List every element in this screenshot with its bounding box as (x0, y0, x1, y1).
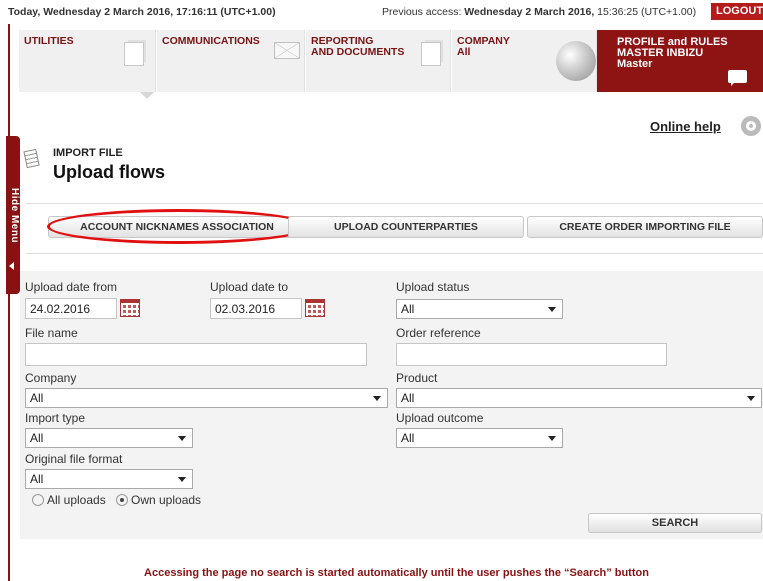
search-hint: Accessing the page no search is started … (144, 567, 649, 579)
original-format-label: Original file format (25, 452, 123, 466)
upload-outcome-select[interactable]: All (396, 428, 563, 448)
nav-tab-reporting-label: REPORTING AND DOCUMENTS (311, 36, 404, 58)
previous-access: Previous access: Wednesday 2 March 2016,… (382, 6, 696, 18)
calendar-icon[interactable] (305, 299, 325, 317)
product-label: Product (396, 371, 438, 385)
gear-icon[interactable] (741, 116, 761, 136)
hide-menu-tab[interactable]: Hide Menu (6, 136, 20, 294)
order-reference-label: Order reference (396, 326, 481, 340)
import-type-value: All (30, 431, 44, 445)
online-help-link[interactable]: Online help (650, 119, 721, 134)
order-reference-input[interactable] (396, 343, 667, 366)
profile-label: PROFILE and RULES MASTER INBIZU Master (617, 37, 728, 70)
main-navigation: UTILITIES COMMUNICATIONS REPORTING AND DO… (19, 30, 763, 99)
action-bar: ACCOUNT NICKNAMES ASSOCIATION UPLOAD COU… (26, 203, 763, 254)
search-form: Upload date from 24.02.2016 Upload date … (20, 271, 763, 539)
import-type-select[interactable]: All (25, 428, 193, 448)
file-name-label: File name (25, 326, 78, 340)
upload-counterparties-button[interactable]: UPLOAD COUNTERPARTIES (288, 216, 524, 238)
chevron-down-icon (178, 477, 186, 482)
current-datetime: Today, Wednesday 2 March 2016, 17:16:11 … (8, 6, 276, 18)
upload-status-select[interactable]: All (396, 299, 563, 319)
nav-tab-company-value: All (457, 46, 471, 58)
nav-tab-reporting[interactable]: REPORTING AND DOCUMENTS (306, 30, 451, 92)
section-label: IMPORT FILE (53, 147, 123, 159)
profile-panel[interactable]: PROFILE and RULES MASTER INBIZU Master (597, 30, 763, 92)
all-uploads-radio[interactable] (32, 494, 44, 506)
create-order-file-button[interactable]: CREATE ORDER IMPORTING FILE (527, 216, 763, 238)
chevron-down-icon (548, 307, 556, 312)
all-uploads-label: All uploads (47, 493, 106, 507)
highlight-oval (47, 209, 311, 244)
chat-icon[interactable] (728, 70, 747, 86)
import-type-label: Import type (25, 411, 86, 425)
documents-icon (124, 42, 144, 66)
nav-tab-communications[interactable]: COMMUNICATIONS (157, 30, 305, 92)
document-icon (23, 148, 40, 169)
company-value: All (30, 391, 44, 405)
previous-access-date: Wednesday 2 March 2016, (464, 6, 595, 18)
nav-tab-communications-label: COMMUNICATIONS (162, 35, 260, 47)
chevron-down-icon (747, 396, 755, 401)
company-label: Company (25, 371, 77, 385)
original-format-value: All (30, 472, 44, 486)
upload-date-to-input[interactable]: 02.03.2016 (210, 298, 302, 319)
chevron-down-icon (548, 436, 556, 441)
own-uploads-label: Own uploads (131, 493, 202, 507)
chevron-down-icon (178, 436, 186, 441)
product-select[interactable]: All (396, 388, 762, 408)
status-bar: Today, Wednesday 2 March 2016, 17:16:11 … (0, 0, 763, 24)
upload-date-from-label: Upload date from (25, 280, 118, 294)
nav-tab-utilities[interactable]: UTILITIES (19, 30, 156, 99)
upload-date-from-input[interactable]: 24.02.2016 (25, 298, 117, 319)
file-name-input[interactable] (25, 343, 367, 366)
company-select[interactable]: All (25, 388, 388, 408)
logout-button[interactable]: LOGOUT (711, 3, 763, 20)
upload-outcome-value: All (401, 431, 415, 445)
collapse-arrow-icon (9, 262, 14, 270)
nav-tab-reporting-line2: AND DOCUMENTS (311, 46, 405, 58)
upload-status-value: All (401, 302, 415, 316)
nav-tab-company[interactable]: COMPANY All (452, 30, 597, 92)
search-button[interactable]: SEARCH (588, 513, 762, 533)
nav-tab-company-label: COMPANY All (457, 36, 510, 58)
upload-status-label: Upload status (396, 280, 470, 294)
calendar-icon[interactable] (120, 299, 140, 317)
page-title: Upload flows (53, 162, 165, 182)
previous-access-label: Previous access: (382, 6, 465, 18)
upload-date-to-label: Upload date to (210, 280, 289, 294)
product-value: All (401, 391, 415, 405)
chevron-down-icon (373, 396, 381, 401)
profile-role: Master (617, 58, 653, 70)
sidebar-border (8, 24, 10, 581)
documents-icon (421, 42, 441, 66)
own-uploads-radio[interactable] (116, 494, 128, 506)
original-format-select[interactable]: All (25, 469, 193, 489)
upload-outcome-label: Upload outcome (396, 411, 484, 425)
envelope-icon (274, 42, 300, 59)
globe-icon (556, 41, 596, 81)
previous-access-time: 15:36:25 (UTC+1.00) (594, 6, 697, 18)
hide-menu-label: Hide Menu (9, 188, 20, 244)
nav-tab-utilities-label: UTILITIES (24, 35, 74, 47)
